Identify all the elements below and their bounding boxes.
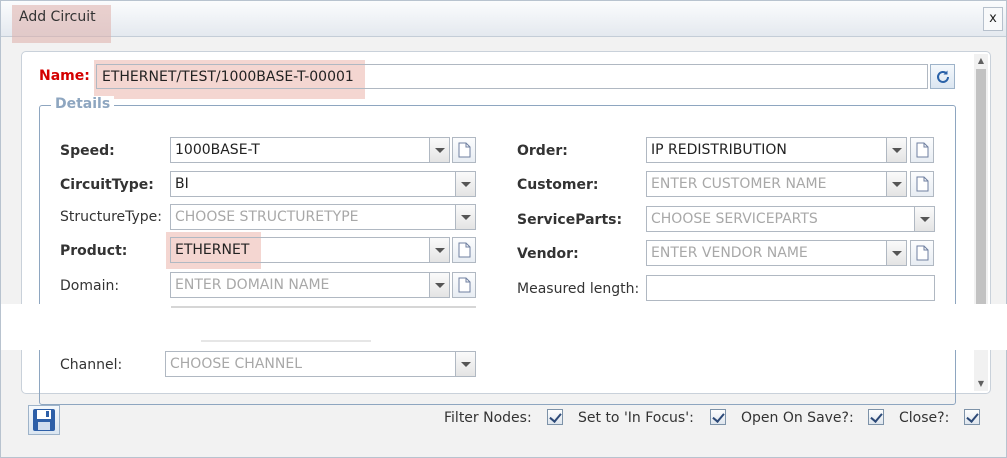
domain-select[interactable]: ENTER DOMAIN NAME	[170, 272, 450, 298]
chevron-down-icon[interactable]	[429, 138, 449, 162]
close-on-save-label: Close?:	[899, 410, 950, 426]
floppy-disk-icon	[33, 409, 55, 431]
refresh-icon	[937, 70, 949, 83]
document-icon	[458, 142, 471, 158]
scroll-thumb[interactable]	[976, 69, 986, 313]
circuit-type-select[interactable]: BI	[170, 171, 476, 197]
order-details-button[interactable]	[910, 137, 934, 163]
product-value: ETHERNET	[175, 242, 250, 258]
domain-placeholder: ENTER DOMAIN NAME	[175, 277, 330, 293]
order-value: IP REDISTRIBUTION	[651, 142, 787, 158]
channel-label: Channel:	[60, 357, 123, 373]
chevron-down-icon[interactable]	[429, 238, 449, 262]
domain-label: Domain:	[60, 278, 120, 294]
speed-details-button[interactable]	[452, 137, 476, 163]
open-on-save-label: Open On Save?:	[741, 410, 854, 426]
measured-length-input[interactable]	[646, 275, 935, 301]
vendor-label: Vendor:	[517, 246, 579, 262]
vendor-placeholder: ENTER VENDOR NAME	[651, 245, 808, 261]
service-parts-label: ServiceParts:	[517, 212, 623, 228]
vendor-select[interactable]: ENTER VENDOR NAME	[646, 240, 907, 266]
speed-select[interactable]: 1000BASE-T	[170, 137, 450, 163]
product-details-button[interactable]	[452, 237, 476, 263]
service-parts-select[interactable]: CHOOSE SERVICEPARTS	[646, 206, 935, 232]
dialog-title: Add Circuit	[19, 9, 96, 25]
domain-details-button[interactable]	[452, 272, 476, 298]
channel-select[interactable]: CHOOSE CHANNEL	[165, 351, 476, 377]
name-input[interactable]	[96, 64, 928, 89]
customer-details-button[interactable]	[910, 171, 934, 197]
service-parts-placeholder: CHOOSE SERVICEPARTS	[651, 211, 818, 227]
circuit-type-label: CircuitType:	[60, 177, 154, 193]
chevron-down-icon[interactable]	[429, 273, 449, 297]
product-select[interactable]: ETHERNET	[170, 237, 450, 263]
details-legend: Details	[51, 96, 115, 112]
scroll-up-icon[interactable]: ▲	[974, 54, 988, 68]
document-icon	[458, 277, 471, 293]
order-label: Order:	[517, 143, 568, 159]
close-icon[interactable]: x	[989, 11, 997, 26]
structure-type-label: StructureType:	[60, 209, 162, 225]
chevron-down-icon[interactable]	[886, 138, 906, 162]
vendor-details-button[interactable]	[910, 240, 934, 266]
circuit-type-value: BI	[175, 176, 189, 192]
close-on-save-checkbox[interactable]	[964, 409, 980, 425]
chevron-down-icon[interactable]	[455, 352, 475, 376]
scroll-down-icon[interactable]: ▼	[974, 377, 988, 391]
obscured-band	[1, 304, 1007, 350]
chevron-down-icon[interactable]	[914, 207, 934, 231]
customer-label: Customer:	[517, 177, 599, 193]
document-icon	[916, 142, 929, 158]
measured-length-label: Measured length:	[517, 281, 640, 297]
refresh-button[interactable]	[930, 64, 955, 89]
structure-type-placeholder: CHOOSE STRUCTURETYPE	[175, 209, 359, 225]
product-label: Product:	[60, 243, 128, 259]
faded-field-edge	[171, 306, 476, 308]
chevron-down-icon[interactable]	[455, 205, 475, 229]
filter-nodes-label: Filter Nodes:	[444, 410, 532, 426]
structure-type-select[interactable]: CHOOSE STRUCTURETYPE	[170, 204, 476, 230]
set-in-focus-checkbox[interactable]	[710, 409, 726, 425]
channel-placeholder: CHOOSE CHANNEL	[170, 356, 302, 372]
set-in-focus-label: Set to 'In Focus':	[578, 410, 694, 426]
save-button[interactable]	[28, 405, 60, 435]
add-circuit-dialog: Add Circuit x ▲ ▼ Name: Details Speed: 1…	[0, 0, 1007, 458]
open-on-save-checkbox[interactable]	[868, 409, 884, 425]
order-select[interactable]: IP REDISTRIBUTION	[646, 137, 907, 163]
customer-placeholder: ENTER CUSTOMER NAME	[651, 176, 827, 192]
document-icon	[916, 245, 929, 261]
dialog-titlebar: Add Circuit x	[1, 1, 1006, 43]
document-icon	[458, 242, 471, 258]
customer-select[interactable]: ENTER CUSTOMER NAME	[646, 171, 907, 197]
speed-value: 1000BASE-T	[175, 142, 260, 158]
chevron-down-icon[interactable]	[455, 172, 475, 196]
faded-field-edge	[201, 340, 371, 342]
chevron-down-icon[interactable]	[886, 172, 906, 196]
chevron-down-icon[interactable]	[886, 241, 906, 265]
speed-label: Speed:	[60, 143, 115, 159]
filter-nodes-checkbox[interactable]	[547, 409, 563, 425]
document-icon	[916, 176, 929, 192]
name-label: Name:	[39, 68, 90, 84]
close-button[interactable]: x	[983, 7, 1003, 31]
